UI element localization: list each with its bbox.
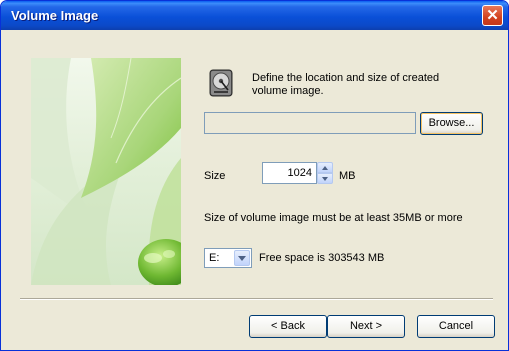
close-icon: ✕ [486, 7, 499, 24]
description-text: Define the location and size of created … [252, 72, 440, 97]
title-bar[interactable]: Volume Image ✕ [1, 1, 508, 30]
size-hint-text: Size of volume image must be at least 35… [204, 212, 463, 224]
dialog-body: Define the location and size of created … [5, 30, 504, 346]
free-space-text: Free space is 303543 MB [259, 252, 385, 264]
volume-image-dialog: Volume Image ✕ Define the location and s… [0, 0, 509, 351]
browse-button[interactable]: Browse... [420, 112, 483, 135]
decrement-arrow-icon[interactable] [317, 173, 333, 184]
size-stepper[interactable] [317, 162, 333, 184]
close-button[interactable]: ✕ [482, 5, 503, 26]
hard-disk-icon [209, 69, 233, 97]
window-title: Volume Image [11, 8, 99, 23]
drive-select[interactable]: E: [204, 248, 252, 268]
location-path-field[interactable] [204, 112, 416, 134]
size-unit-label: MB [339, 170, 356, 182]
back-button[interactable]: < Back [249, 315, 327, 338]
drive-select-value: E: [209, 252, 220, 264]
next-button[interactable]: Next > [327, 315, 405, 338]
size-label: Size [204, 170, 226, 182]
size-input[interactable] [262, 162, 317, 184]
chevron-down-icon[interactable] [234, 250, 250, 266]
increment-arrow-icon[interactable] [317, 162, 333, 173]
cancel-button[interactable]: Cancel [417, 315, 495, 338]
footer-divider [20, 298, 493, 300]
decorative-leaf-image [31, 58, 181, 285]
